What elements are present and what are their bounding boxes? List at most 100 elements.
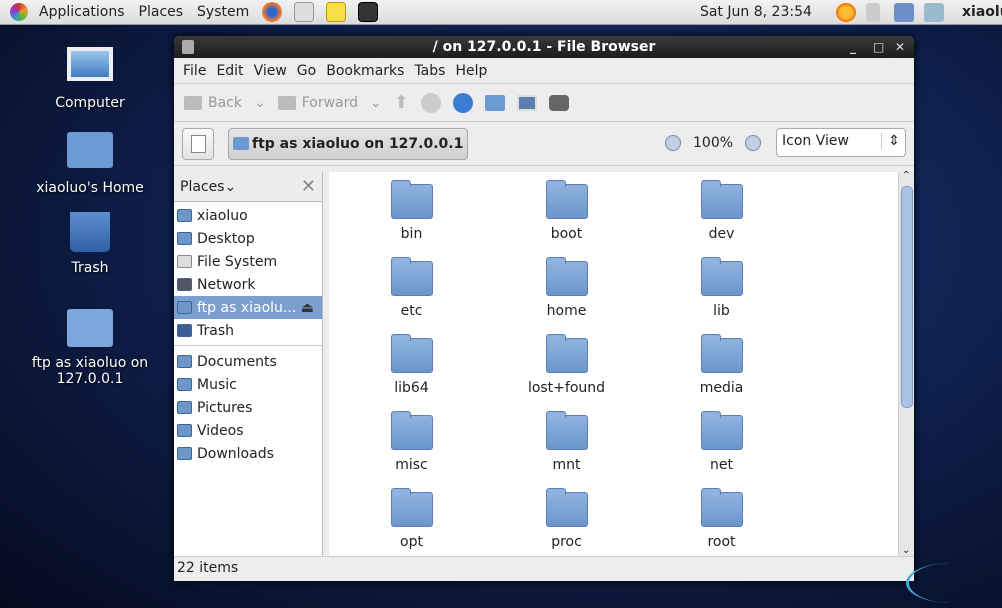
file-item[interactable]: boot xyxy=(489,180,644,261)
places-menu[interactable]: Places xyxy=(132,4,191,20)
desktop-icon-trash[interactable]: Trash xyxy=(30,212,150,276)
sidebar-item-filesystem[interactable]: File System xyxy=(174,250,322,273)
home-icon[interactable] xyxy=(484,94,505,111)
back-button[interactable]: Back ⌄ xyxy=(184,95,266,111)
vertical-scrollbar[interactable]: ⌃ ⌄ xyxy=(898,170,914,556)
file-item[interactable]: lib xyxy=(644,257,799,338)
file-name: proc xyxy=(551,534,582,550)
eject-icon[interactable]: ⏏ xyxy=(301,300,314,316)
folder-icon xyxy=(545,334,588,373)
sidebar-item-label: Network xyxy=(197,276,256,293)
places-dropdown[interactable]: Places⌄ xyxy=(180,179,236,195)
menu-view[interactable]: View xyxy=(249,63,292,79)
search-binoculars-icon[interactable] xyxy=(548,94,569,111)
sidebar-item-desktop[interactable]: Desktop xyxy=(174,227,322,250)
file-item[interactable]: lost+found xyxy=(489,334,644,415)
menu-help[interactable]: Help xyxy=(450,63,492,79)
computer-icon[interactable] xyxy=(516,94,537,111)
title-bar[interactable]: / on 127.0.0.1 - File Browser _ □ ✕ xyxy=(174,36,914,58)
file-item[interactable]: media xyxy=(644,334,799,415)
folder-icon xyxy=(545,257,588,296)
file-name: root xyxy=(707,534,736,550)
pictures-folder-icon xyxy=(177,401,192,414)
folder-icon xyxy=(390,334,433,373)
file-item[interactable]: net xyxy=(644,411,799,492)
sidebar-divider xyxy=(174,345,322,346)
sidebar-item-ftp[interactable]: ftp as xiaolu... ⏏ xyxy=(174,296,322,319)
sidebar-item-documents[interactable]: Documents xyxy=(174,350,322,373)
updown-icon: ⇕ xyxy=(881,133,900,149)
sidebar-item-label: ftp as xiaolu... xyxy=(197,299,297,316)
file-item[interactable]: mnt xyxy=(489,411,644,492)
close-sidebar-icon[interactable]: ✕ xyxy=(301,176,316,197)
menu-edit[interactable]: Edit xyxy=(211,63,248,79)
chevron-down-icon[interactable]: ⌄ xyxy=(254,95,266,111)
scroll-up-arrow[interactable]: ⌃ xyxy=(902,170,910,181)
file-name: etc xyxy=(400,303,423,319)
sidebar-item-trash[interactable]: Trash xyxy=(174,319,322,342)
firefox-icon[interactable] xyxy=(262,2,283,22)
mail-icon[interactable] xyxy=(294,2,315,22)
file-name: misc xyxy=(395,457,428,473)
gnome-foot-icon xyxy=(10,3,28,21)
network-folder-icon xyxy=(177,301,192,314)
scroll-down-arrow[interactable]: ⌄ xyxy=(902,545,910,556)
chevron-down-icon[interactable]: ⌄ xyxy=(370,95,382,111)
sidebar-header: Places⌄ ✕ xyxy=(174,172,322,202)
system-menu[interactable]: System xyxy=(190,4,256,20)
forward-button[interactable]: Forward ⌄ xyxy=(277,95,382,111)
file-item[interactable]: home xyxy=(489,257,644,338)
file-item[interactable]: lib64 xyxy=(334,334,489,415)
zoom-in-icon[interactable] xyxy=(745,135,761,151)
sidebar-item-videos[interactable]: Videos xyxy=(174,419,322,442)
clock[interactable]: Sat Jun 8, 23:54 xyxy=(700,4,812,20)
file-name: dev xyxy=(708,226,735,242)
zoom-out-icon[interactable] xyxy=(665,135,681,151)
desktop-icon-label: Trash xyxy=(71,260,109,276)
sidebar-item-network[interactable]: Network xyxy=(174,273,322,296)
close-button[interactable]: ✕ xyxy=(895,36,905,58)
network-icon[interactable] xyxy=(894,3,914,22)
folder-icon xyxy=(700,257,743,296)
menu-go[interactable]: Go xyxy=(292,63,321,79)
minimize-button[interactable]: _ xyxy=(850,36,856,58)
desktop-icon-computer[interactable]: Computer xyxy=(30,47,150,111)
sidebar-item-pictures[interactable]: Pictures xyxy=(174,396,322,419)
applications-menu[interactable]: Applications xyxy=(32,4,132,20)
file-item[interactable]: etc xyxy=(334,257,489,338)
sidebar-item-music[interactable]: Music xyxy=(174,373,322,396)
stop-icon[interactable] xyxy=(420,92,441,113)
sidebar-item-label: Downloads xyxy=(197,445,274,462)
path-button[interactable]: ftp as xiaoluo on 127.0.0.1 xyxy=(228,127,469,160)
desktop-icon-home[interactable]: xiaoluo's Home xyxy=(30,132,150,196)
view-mode-select[interactable]: Icon View ⇕ xyxy=(776,128,906,157)
update-icon[interactable] xyxy=(836,3,856,22)
menu-bookmarks[interactable]: Bookmarks xyxy=(321,63,409,79)
file-name: lost+found xyxy=(527,380,606,396)
file-item[interactable]: misc xyxy=(334,411,489,492)
desktop-icon-label: Computer xyxy=(55,95,125,111)
window-menu-icon[interactable] xyxy=(182,40,194,54)
notes-icon[interactable] xyxy=(326,2,347,22)
battery-icon[interactable] xyxy=(924,3,944,22)
menu-tabs[interactable]: Tabs xyxy=(409,63,450,79)
desktop-icon-ftp[interactable]: ftp as xiaoluo on 127.0.0.1 xyxy=(30,309,150,387)
sidebar-item-downloads[interactable]: Downloads xyxy=(174,442,322,465)
toggle-location-entry-button[interactable] xyxy=(182,127,214,160)
up-icon[interactable]: ⬆ xyxy=(394,92,409,113)
sidebar-item-home[interactable]: xiaoluo xyxy=(174,204,322,227)
file-item[interactable]: bin xyxy=(334,180,489,261)
sidebar-item-label: xiaoluo xyxy=(197,207,248,224)
scrollbar-thumb[interactable] xyxy=(901,186,913,408)
terminal-icon[interactable] xyxy=(358,2,379,22)
folder-icon xyxy=(700,488,743,527)
reload-icon[interactable] xyxy=(452,92,473,113)
file-item[interactable]: dev xyxy=(644,180,799,261)
user-menu[interactable]: xiaoluo xyxy=(962,4,1002,20)
maximize-button[interactable]: □ xyxy=(873,36,884,58)
volume-icon[interactable] xyxy=(866,3,880,22)
desktop-icon-label: ftp as xiaoluo on 127.0.0.1 xyxy=(31,355,149,387)
folder-icon xyxy=(545,180,588,219)
forward-arrow-icon xyxy=(277,95,296,110)
menu-file[interactable]: File xyxy=(178,63,211,79)
